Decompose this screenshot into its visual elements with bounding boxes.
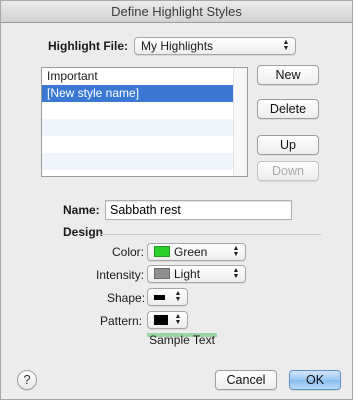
name-label: Name: [63, 203, 100, 217]
pattern-select[interactable]: ▲ ▼ [147, 311, 188, 329]
define-highlight-styles-dialog: Define Highlight Styles Highlight File: … [0, 0, 353, 400]
list-item[interactable] [42, 102, 235, 119]
design-heading: Design [63, 225, 104, 239]
solid-pattern-icon [154, 315, 168, 325]
name-field[interactable] [105, 200, 292, 220]
popup-arrows-icon: ▲ ▼ [282, 39, 290, 52]
green-color-swatch [154, 246, 170, 257]
bar-shape-icon [154, 295, 165, 300]
pattern-label: Pattern: [100, 314, 143, 328]
shape-label: Shape: [107, 291, 146, 305]
styles-list[interactable]: Important [New style name] [41, 67, 248, 177]
shape-select[interactable]: ▲ ▼ [147, 288, 188, 306]
highlight-file-label: Highlight File: [48, 39, 128, 53]
color-label: Color: [112, 245, 145, 259]
help-button[interactable]: ? [17, 370, 37, 390]
list-item[interactable] [42, 136, 235, 153]
up-button[interactable]: Up [257, 135, 319, 155]
gray-intensity-swatch [154, 268, 170, 279]
ok-button[interactable]: OK [289, 370, 341, 390]
color-select[interactable]: Green ▲ ▼ [147, 243, 246, 261]
intensity-label: Intensity: [96, 268, 145, 282]
window-title: Define Highlight Styles [1, 1, 352, 23]
intensity-select[interactable]: Light ▲ ▼ [147, 265, 246, 283]
popup-arrows-icon: ▲ ▼ [174, 290, 182, 303]
cancel-button[interactable]: Cancel [215, 370, 277, 390]
popup-arrows-icon: ▲ ▼ [232, 245, 240, 258]
list-item[interactable] [42, 119, 235, 136]
delete-button[interactable]: Delete [257, 99, 319, 119]
list-scrollbar[interactable] [233, 68, 247, 176]
intensity-value: Light [174, 267, 201, 281]
list-item[interactable] [42, 153, 235, 170]
design-divider [101, 234, 321, 235]
highlight-file-select[interactable]: My Highlights ▲ ▼ [134, 37, 296, 55]
sample-text-preview: Sample Text [147, 333, 217, 348]
popup-arrows-icon: ▲ ▼ [232, 267, 240, 280]
new-button[interactable]: New [257, 65, 319, 85]
popup-arrows-icon: ▲ ▼ [174, 313, 182, 326]
down-button[interactable]: Down [257, 161, 319, 181]
color-value: Green [174, 245, 208, 259]
highlight-file-value: My Highlights [141, 39, 214, 53]
list-item[interactable]: Important [42, 68, 235, 85]
list-item[interactable]: [New style name] [42, 85, 235, 102]
